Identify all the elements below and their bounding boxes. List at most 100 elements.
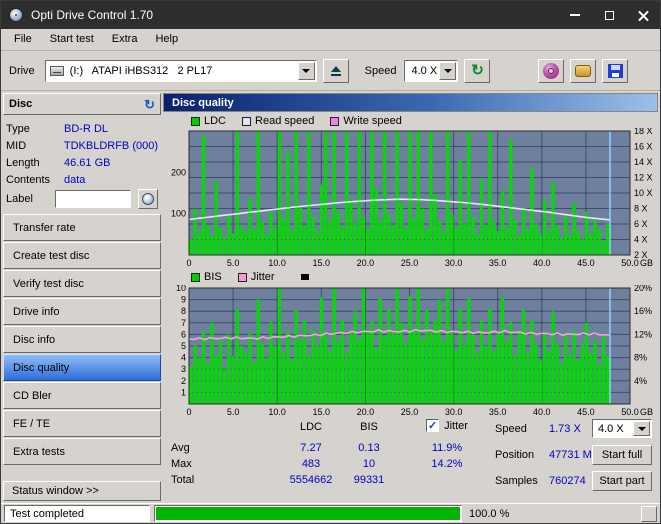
minimize-button[interactable] — [558, 1, 592, 29]
svg-text:4 X: 4 X — [634, 235, 648, 245]
burn-disc-button[interactable] — [538, 58, 565, 83]
sidebar-item-cd-bler[interactable]: CD Bler — [3, 382, 161, 409]
svg-text:50.0: 50.0 — [621, 258, 639, 268]
start-part-button[interactable]: Start part — [592, 471, 652, 491]
speed-label: Speed — [364, 64, 397, 77]
contents-label: Contents — [6, 173, 51, 186]
close-button[interactable] — [626, 1, 660, 29]
svg-text:18 X: 18 X — [634, 128, 653, 136]
ldc-chart[interactable]: 100 200 2 X4 X6 X8 X 10 X 12 X 14 X 16 X 18 X05… — [163, 128, 658, 268]
length-label: Length — [6, 156, 40, 169]
maximize-button[interactable] — [592, 1, 626, 29]
progress-percent: 100.0 % — [469, 507, 510, 520]
jitter-checkbox[interactable] — [426, 419, 440, 432]
svg-text:GB: GB — [640, 407, 653, 417]
read-label-button[interactable] — [137, 189, 158, 209]
info-row-type: Type BD-R DL — [6, 120, 158, 137]
main-area: Disc ↻ Type BD-R DL MID TDKBLDRFB (000) … — [1, 91, 660, 503]
svg-text:4: 4 — [181, 353, 186, 363]
menu-start-test[interactable]: Start test — [41, 29, 103, 50]
svg-text:0: 0 — [186, 407, 191, 417]
svg-text:25.0: 25.0 — [401, 407, 419, 417]
start-full-button[interactable]: Start full — [592, 445, 652, 465]
legend-chart1: LDC Read speed Write speed — [163, 114, 658, 128]
results-panel: LDC BIS Jitter Avg 7.27 0.13 11.9% Max 4… — [163, 417, 658, 501]
drive-select-arrow[interactable] — [297, 61, 315, 80]
legend-ldc: LDC — [191, 115, 226, 127]
disc-panel-header: Disc ↻ — [3, 93, 161, 115]
progress-bar — [154, 505, 462, 522]
save-results-button[interactable] — [602, 58, 629, 83]
app-window: Opti Drive Control 1.70 File Start test … — [0, 0, 661, 524]
sidebar-item-extra-tests[interactable]: Extra tests — [3, 438, 161, 465]
svg-text:12%: 12% — [634, 329, 652, 339]
maximize-icon — [604, 10, 614, 20]
test-speed-select[interactable]: 4.0 X — [592, 419, 652, 438]
position-label: Position — [495, 449, 535, 461]
refresh-disc-icon[interactable]: ↻ — [144, 98, 155, 111]
sidebar: Disc ↻ Type BD-R DL MID TDKBLDRFB (000) … — [3, 93, 161, 501]
disc-panel-title: Disc — [9, 98, 33, 110]
svg-text:30.0: 30.0 — [445, 258, 463, 268]
legend-write-speed: Write speed — [330, 115, 402, 127]
svg-text:10.0: 10.0 — [268, 407, 286, 417]
bis-chart[interactable]: 1 2 3 4 5 6 7 8 9 10 4% 8% 12% 16% 20% 0 5.0 10.0 15.0 20.0… — [163, 285, 658, 417]
speed-select[interactable]: 4.0 X — [404, 59, 459, 82]
type-label: Type — [6, 122, 30, 135]
max-jitter-value: 14.2% — [431, 458, 463, 470]
avg-row-label: Avg — [171, 442, 190, 454]
legend-chart2: BIS Jitter — [163, 270, 658, 284]
sidebar-item-drive-info[interactable]: Drive info — [3, 298, 161, 325]
progress-fill — [156, 507, 460, 520]
test-speed-arrow[interactable] — [633, 421, 650, 436]
label-caption: Label — [6, 193, 33, 205]
toolbar-icon-group — [532, 58, 629, 83]
drive-select[interactable]: (I:) ATAPI iHBS312 2 PL17 — [44, 59, 317, 82]
test-speed-value: 4.0 X — [598, 422, 624, 435]
max-bis-value: 10 — [362, 458, 376, 470]
eject-icon — [330, 65, 341, 76]
svg-text:45.0: 45.0 — [577, 258, 595, 268]
sidebar-item-create-test-disc[interactable]: Create test disc — [3, 242, 161, 269]
menu-help[interactable]: Help — [146, 29, 187, 50]
legend-read-speed-label: Read speed — [255, 115, 315, 127]
legend-jitter: Jitter — [237, 271, 275, 283]
sidebar-item-fe-te[interactable]: FE / TE — [3, 410, 161, 437]
write-speed-swatch-icon — [330, 116, 340, 126]
titlebar: Opti Drive Control 1.70 — [1, 1, 660, 29]
svg-text:50.0: 50.0 — [621, 407, 639, 417]
statusbar: Test completed 100.0 % — [1, 503, 660, 523]
jitter-column-header: Jitter — [405, 419, 489, 432]
window-controls — [558, 1, 660, 29]
svg-text:100: 100 — [171, 209, 186, 219]
refresh-speeds-button[interactable]: ↻ — [464, 58, 491, 83]
disc-icon — [141, 193, 154, 205]
sidebar-item-disc-info[interactable]: Disc info — [3, 326, 161, 353]
refresh-icon: ↻ — [471, 62, 484, 79]
speed-select-arrow[interactable] — [439, 61, 457, 80]
speed-result-value: 1.73 X — [549, 423, 581, 435]
svg-text:35.0: 35.0 — [489, 258, 507, 268]
sidebar-item-disc-quality[interactable]: Disc quality — [3, 354, 161, 381]
svg-text:40.0: 40.0 — [533, 258, 551, 268]
sidebar-item-transfer-rate[interactable]: Transfer rate — [3, 214, 161, 241]
status-window-button[interactable]: Status window >> — [3, 481, 161, 501]
sidebar-item-verify-test-disc[interactable]: Verify test disc — [3, 270, 161, 297]
info-row-length: Length 46.61 GB — [6, 154, 158, 171]
chevron-down-icon — [637, 426, 646, 431]
menu-file[interactable]: File — [5, 29, 41, 50]
read-speed-swatch-icon — [242, 116, 252, 126]
disc-label-input[interactable] — [54, 190, 131, 208]
jitter-swatch-icon — [237, 272, 247, 282]
erase-disc-button[interactable] — [570, 58, 597, 83]
toolbar: Drive (I:) ATAPI iHBS312 2 PL17 Speed 4.… — [1, 51, 660, 91]
legend-read-speed: Read speed — [242, 115, 314, 127]
contents-link[interactable]: data — [64, 174, 85, 186]
statusbar-button[interactable] — [641, 505, 657, 522]
status-text-panel: Test completed — [4, 505, 150, 522]
menu-extra[interactable]: Extra — [103, 29, 147, 50]
eject-button[interactable] — [322, 58, 349, 83]
info-row-mid: MID TDKBLDRFB (000) — [6, 137, 158, 154]
status-text: Test completed — [10, 507, 84, 520]
legend-bis: BIS — [191, 271, 222, 283]
